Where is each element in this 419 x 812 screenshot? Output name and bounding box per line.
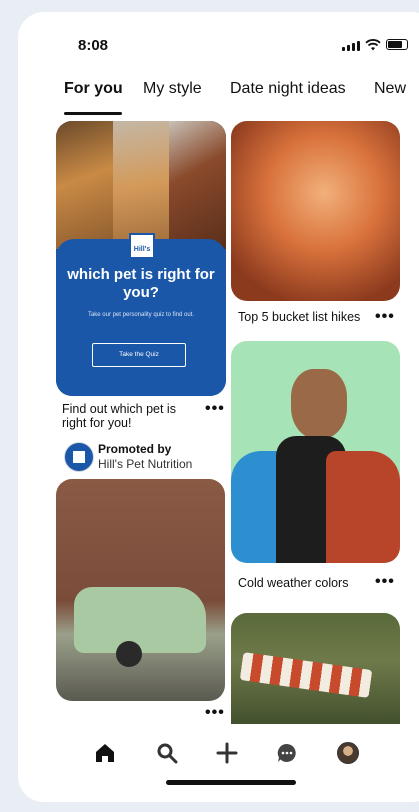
- pets-photo-strip: [56, 121, 226, 249]
- hammock-pin-image[interactable]: [231, 613, 400, 733]
- hammock: [239, 652, 373, 698]
- tab-my-style[interactable]: My style: [143, 80, 202, 98]
- canyon-pin-caption: Top 5 bucket list hikes: [238, 310, 361, 324]
- canyon-pin-image[interactable]: [231, 121, 400, 301]
- home-indicator: [166, 780, 296, 785]
- search-icon: [157, 743, 178, 764]
- active-tab-indicator: [64, 112, 122, 115]
- status-time: 8:08: [78, 37, 109, 54]
- status-icons: [342, 39, 408, 51]
- bottom-nav: [18, 740, 419, 770]
- camper-wheel: [116, 641, 142, 667]
- plus-icon: [216, 742, 238, 764]
- nav-profile[interactable]: [335, 740, 361, 766]
- hills-logo: Hill's: [129, 233, 155, 259]
- portrait-pin-image[interactable]: [231, 341, 400, 563]
- ad-pin-caption: Find out which pet is right for you!: [62, 402, 176, 430]
- battery-icon: [386, 39, 408, 50]
- camper-more-icon[interactable]: •••: [205, 705, 225, 721]
- tab-date-night-ideas[interactable]: Date night ideas: [230, 80, 346, 98]
- promoted-by-label: Promoted by: [98, 442, 172, 456]
- jacket-red: [326, 451, 400, 563]
- tab-for-you[interactable]: For you: [64, 80, 123, 98]
- ad-subtext: Take our pet personality quiz to find ou…: [87, 312, 195, 318]
- ad-pin-image[interactable]: Hill's which pet is right for you? Take …: [56, 121, 226, 396]
- camper-pin-image[interactable]: [56, 479, 225, 701]
- phone-screen: 8:08 For you My style Date night ideas N…: [18, 12, 419, 802]
- camper-trailer: [74, 587, 206, 653]
- nav-messages[interactable]: [274, 740, 300, 766]
- wifi-icon: [365, 39, 381, 51]
- canyon-more-icon[interactable]: •••: [375, 309, 395, 325]
- nav-create[interactable]: [214, 740, 240, 766]
- nav-search[interactable]: [154, 740, 180, 766]
- ad-more-icon[interactable]: •••: [205, 401, 225, 417]
- cellular-signal-icon: [342, 41, 360, 51]
- chat-bubble-icon: [277, 743, 296, 762]
- portrait-pin-caption: Cold weather colors: [238, 576, 349, 590]
- person-face: [291, 369, 347, 439]
- portrait-more-icon[interactable]: •••: [375, 574, 395, 590]
- nav-home[interactable]: [92, 740, 118, 766]
- avatar-icon: [337, 742, 359, 764]
- ad-headline: which pet is right for you?: [67, 266, 215, 301]
- take-quiz-button[interactable]: Take the Quiz: [92, 343, 186, 367]
- advertiser-avatar[interactable]: [64, 442, 94, 472]
- home-icon: [96, 744, 114, 762]
- advertiser-name[interactable]: Hill's Pet Nutrition: [98, 457, 192, 471]
- tab-new[interactable]: New: [374, 80, 406, 98]
